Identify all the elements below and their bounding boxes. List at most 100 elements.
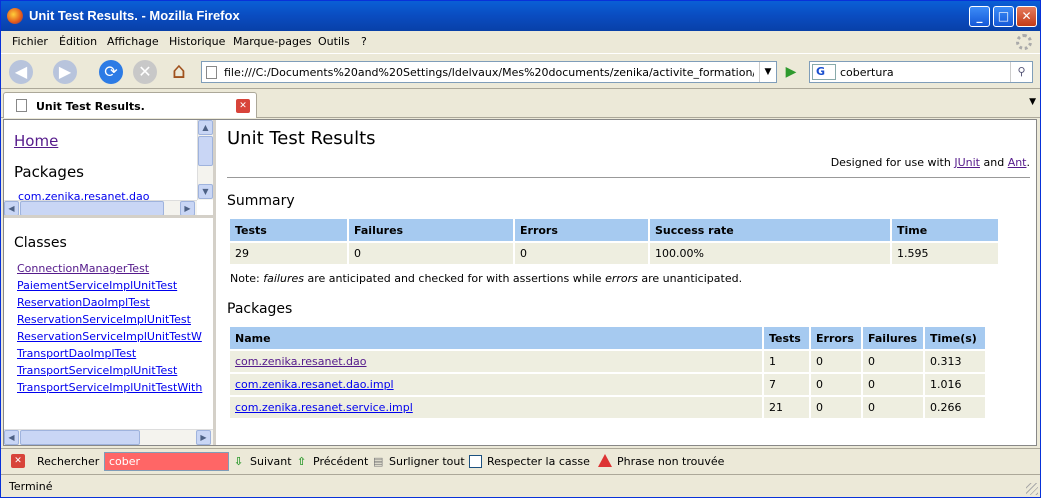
find-next-button[interactable]: ⇩ Suivant (234, 455, 292, 468)
tab-page-icon (16, 99, 27, 112)
class-link[interactable]: TransportServiceImplUnitTest (17, 364, 177, 377)
note: Note: failures are anticipated and check… (230, 272, 742, 285)
reload-icon[interactable]: ⟳ (99, 60, 123, 84)
class-link[interactable]: ReservationDaoImplTest (17, 296, 150, 309)
packages-header: Errors (811, 327, 861, 349)
back-icon[interactable]: ◀ (9, 60, 33, 84)
resize-grip-icon[interactable] (1026, 483, 1038, 495)
forward-icon[interactable]: ▶ (53, 60, 77, 84)
junit-link[interactable]: JUnit (954, 156, 980, 169)
stop-icon[interactable]: ✕ (133, 60, 157, 84)
packages-frame: Home Packages com.zenika.resanet.dao ▲ ▼… (4, 120, 213, 218)
scroll-left-arrow-icon[interactable]: ◀ (4, 201, 19, 215)
table-cell: 21 (764, 397, 809, 418)
scroll-thumb[interactable] (20, 430, 140, 445)
table-cell: 0 (863, 374, 923, 395)
highlight-all-button[interactable]: ▤ Surligner tout (373, 455, 465, 468)
summary-cell: 0 (515, 243, 648, 264)
go-icon[interactable]: ▶ (781, 62, 801, 82)
window-title: Unit Test Results. - Mozilla Firefox (29, 8, 240, 23)
package-link[interactable]: com.zenika.resanet.dao.impl (235, 378, 394, 391)
maximize-button[interactable]: □ (993, 6, 1014, 27)
packages-vscrollbar[interactable]: ▲ ▼ (197, 120, 213, 200)
find-previous-button[interactable]: ⇧ Précédent (297, 455, 368, 468)
summary-header: Errors (515, 219, 648, 241)
title-bar[interactable]: Unit Test Results. - Mozilla Firefox _ □… (1, 1, 1040, 31)
designed-prefix: Designed for use with (830, 156, 951, 169)
menu-affichage[interactable]: Affichage (107, 35, 159, 48)
class-link[interactable]: ReservationServiceImplUnitTest (17, 313, 191, 326)
ant-link[interactable]: Ant (1008, 156, 1027, 169)
note-suffix: are unanticipated. (641, 272, 743, 285)
summary-row: 29 0 0 100.00% 1.595 (230, 243, 998, 264)
summary-cell: 1.595 (892, 243, 998, 264)
tab-title: Unit Test Results. (36, 100, 145, 113)
package-link[interactable]: com.zenika.resanet.service.impl (235, 401, 413, 414)
class-link[interactable]: TransportServiceImplUnitTestWith (17, 381, 202, 394)
packages-header: Time(s) (925, 327, 985, 349)
table-cell: 0.313 (925, 351, 985, 372)
status-text: Terminé (9, 480, 53, 493)
close-button[interactable]: ✕ (1016, 6, 1037, 27)
home-icon[interactable]: ⌂ (167, 60, 191, 84)
tab-close-icon[interactable]: ✕ (236, 99, 250, 113)
find-bar: ✕ Rechercher : ⇩ Suivant ⇧ Précédent ▤ Surl… (1, 448, 1040, 473)
tab-unit-test-results[interactable]: Unit Test Results. ✕ (3, 92, 257, 118)
package-link[interactable]: com.zenika.resanet.dao (235, 355, 367, 368)
table-cell: 1.016 (925, 374, 985, 395)
search-engine-icon[interactable]: G (812, 64, 836, 80)
divider (227, 177, 1030, 178)
navigation-toolbar: ◀ ▶ ⟳ ✕ ⌂ file:///C:/Documents%20and%20S… (1, 53, 1040, 89)
table-cell: 0 (811, 351, 861, 372)
minimize-button[interactable]: _ (969, 6, 990, 27)
scroll-up-arrow-icon[interactable]: ▲ (198, 120, 213, 135)
url-dropdown-icon[interactable]: ▼ (759, 62, 776, 82)
scroll-thumb[interactable] (20, 201, 164, 215)
scroll-left-arrow-icon[interactable]: ◀ (4, 430, 19, 445)
match-case-checkbox[interactable] (469, 455, 482, 468)
summary-header: Time (892, 219, 998, 241)
url-text[interactable]: file:///C:/Documents%20and%20Settings/ld… (224, 66, 754, 79)
scroll-down-arrow-icon[interactable]: ▼ (198, 184, 213, 199)
classes-frame: Classes ConnectionManagerTest PaiementSe… (4, 220, 213, 445)
menu-outils[interactable]: Outils (318, 35, 350, 48)
find-input[interactable] (104, 452, 229, 471)
scroll-right-arrow-icon[interactable]: ▶ (196, 430, 211, 445)
menu-historique[interactable]: Historique (169, 35, 225, 48)
note-prefix: Note: (230, 272, 260, 285)
packages-heading: Packages (227, 301, 293, 317)
arrow-up-icon: ⇧ (297, 455, 307, 468)
tab-bar: Unit Test Results. ✕ ▼ (1, 90, 1040, 118)
packages-hscrollbar[interactable]: ◀ ▶ (4, 200, 197, 215)
class-link[interactable]: ConnectionManagerTest (17, 262, 149, 275)
home-link[interactable]: Home (14, 132, 58, 150)
firefox-icon (7, 8, 23, 24)
url-bar[interactable]: file:///C:/Documents%20and%20Settings/ld… (201, 61, 777, 83)
packages-header: Failures (863, 327, 923, 349)
menu-edition[interactable]: Édition (59, 35, 97, 48)
find-close-icon[interactable]: ✕ (11, 454, 25, 468)
match-case-label[interactable]: Respecter la casse (487, 455, 590, 468)
class-link[interactable]: ReservationServiceImplUnitTestW (17, 330, 202, 343)
search-bar[interactable]: G ⚲ (809, 61, 1033, 83)
class-link[interactable]: PaiementServiceImplUnitTest (17, 279, 177, 292)
table-cell: 0 (811, 397, 861, 418)
search-input[interactable] (840, 64, 1008, 80)
arrow-down-icon: ⇩ (234, 455, 244, 468)
menu-help[interactable]: ? (361, 35, 367, 48)
summary-header: Tests (230, 219, 347, 241)
tab-list-dropdown-icon[interactable]: ▼ (1029, 97, 1036, 107)
summary-header: Success rate (650, 219, 890, 241)
summary-header: Failures (349, 219, 513, 241)
classes-hscrollbar[interactable]: ◀ ▶ (4, 429, 213, 445)
search-magnifier-icon[interactable]: ⚲ (1010, 62, 1032, 82)
table-row: com.zenika.resanet.dao 1 0 0 0.313 (230, 351, 985, 372)
package-name-cell: com.zenika.resanet.service.impl (230, 397, 762, 418)
menu-fichier[interactable]: Fichier (12, 35, 48, 48)
scroll-thumb[interactable] (198, 136, 213, 166)
scroll-right-arrow-icon[interactable]: ▶ (180, 201, 195, 215)
summary-cell: 29 (230, 243, 347, 264)
menu-marque-pages[interactable]: Marque-pages (233, 35, 311, 48)
find-next-label: Suivant (250, 455, 292, 468)
class-link[interactable]: TransportDaoImplTest (17, 347, 136, 360)
